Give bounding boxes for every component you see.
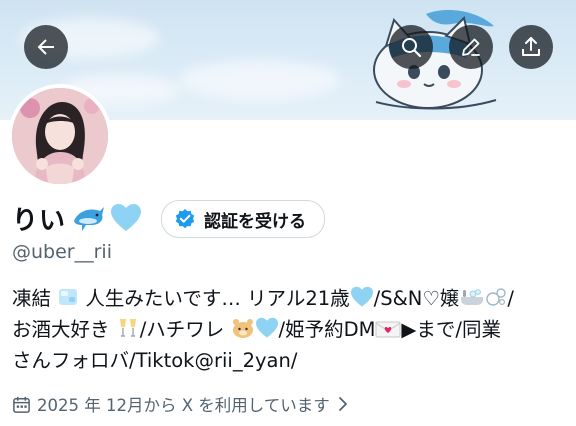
bubbles-icon [486,288,507,306]
display-name-row: りい [12,198,142,238]
arrow-left-icon [37,39,54,55]
bio-text: / [507,287,514,310]
get-verified-button[interactable]: 認証を受ける [161,200,325,238]
share-button[interactable] [509,25,553,69]
display-name: りい [12,205,67,236]
ice-cube-icon [59,289,78,305]
avatar-frame[interactable] [8,84,112,188]
edit-button[interactable] [449,25,493,69]
avatar-photo [12,88,108,184]
dolphin-icon [74,207,105,231]
bio-text: ▶まで/同業 [401,318,501,341]
champagne-glasses-icon [119,319,136,337]
bio-text: /姫予約DM [278,318,376,341]
back-button[interactable] [24,25,68,69]
bio-text: お酒大好き [12,318,110,341]
bio-text: /S&N♡嬢 [373,287,460,310]
hamster-icon [232,319,253,338]
light-blue-heart-icon [111,204,142,231]
user-handle: @uber__rii [12,241,112,263]
chevron-right-icon [338,397,347,411]
bio-text: 人生みたいです… リアル21歳 [85,287,350,310]
avatar[interactable] [12,88,108,184]
bio-text: 凍結 [12,287,52,310]
bio-line-1: 凍結 人生みたいです… リアル21歳/S&N♡嬢 / [12,283,568,314]
light-blue-heart-icon [350,286,373,307]
profile-bio: 凍結 人生みたいです… リアル21歳/S&N♡嬢 / お酒大好き /ハチワレ /姫… [12,283,568,376]
bathtub-icon [461,289,484,305]
pencil-icon [462,38,480,56]
joined-date[interactable]: 2025 年 12月から X を利用しています [12,392,350,416]
share-icon [522,37,540,56]
search-button[interactable] [389,25,433,69]
verified-badge-icon [175,209,195,229]
get-verified-label: 認証を受ける [204,211,306,232]
bio-text: /ハチワレ [139,318,225,341]
bio-line-2: お酒大好き /ハチワレ /姫予約DM ▶まで/同業 [12,314,568,345]
light-blue-heart-icon [255,317,278,338]
bio-line-3: さんフォロバ/Tiktok@rii_2yan/ [12,349,298,372]
joined-date-text: 2025 年 12月から X を利用しています [37,396,330,415]
love-letter-icon [375,321,401,338]
calendar-icon [13,396,30,413]
search-icon [402,38,422,58]
